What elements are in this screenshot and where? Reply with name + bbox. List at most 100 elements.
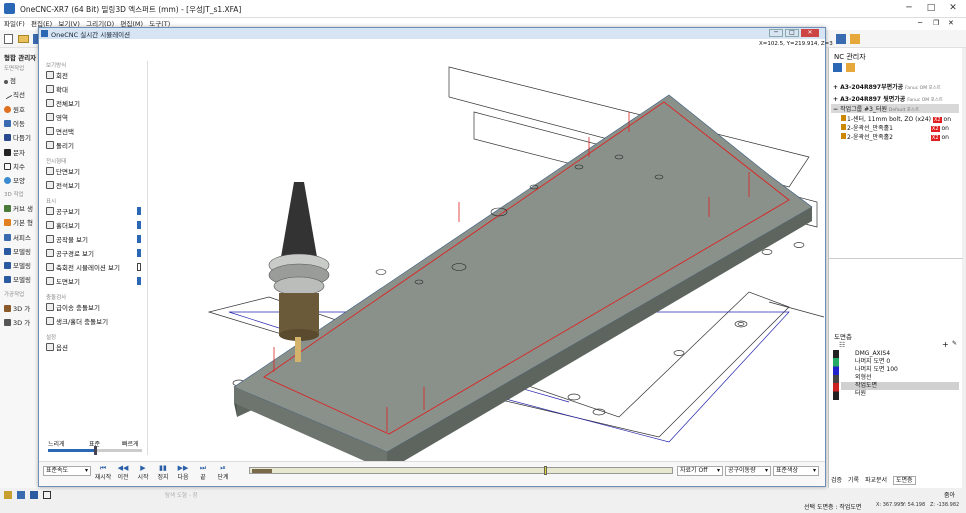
layer-item[interactable]: 외형선 <box>855 374 872 382</box>
restart-button[interactable]: ⏮ 재시작 <box>93 464 113 481</box>
maximize-button[interactable]: □ <box>920 0 942 16</box>
layer-settings-icon[interactable]: ✎ <box>952 340 957 347</box>
mdi-minimize-icon[interactable]: ─ <box>918 19 922 27</box>
show-rotary-row[interactable]: 축회전 시뮬레이션 보기 <box>46 263 144 273</box>
show-rotary-toggle[interactable] <box>137 263 141 271</box>
tool-3d-machining-1[interactable]: 3D 가 <box>4 303 30 313</box>
sim-close-button[interactable]: ✕ <box>801 29 819 37</box>
add-layer-icon[interactable]: + <box>942 340 949 349</box>
sel-tool-move[interactable]: 공구이동량 ▾ <box>725 466 771 476</box>
previous-button[interactable]: ◀◀ 이전 <box>113 464 133 481</box>
tab-history[interactable]: 기록 <box>848 477 859 484</box>
show-drawing-toggle[interactable] <box>137 277 141 285</box>
rotate-button[interactable]: 회전 <box>46 71 68 81</box>
full-view-button[interactable]: 전석보기 <box>46 181 80 191</box>
open-file-icon[interactable] <box>18 35 29 43</box>
play-icon: ▶ <box>140 464 146 472</box>
progress-thumb[interactable] <box>544 466 547 475</box>
pan-button[interactable]: 돌리기 <box>46 141 74 151</box>
sim-minimize-button[interactable]: ─ <box>769 29 783 37</box>
tool-surface[interactable]: 서피스 <box>4 232 31 242</box>
nc-op-row-3[interactable]: 2-윤곽선_만족홀2 X2 on <box>841 132 949 141</box>
next-button[interactable]: ▶▶ 다음 <box>173 464 193 481</box>
tool-arc[interactable]: 원호 <box>4 104 25 114</box>
sel-probe[interactable]: 자료기 Off ▾ <box>677 466 723 476</box>
layer-item[interactable]: 나머지 도면 0 <box>855 358 890 366</box>
end-button[interactable]: ⏭ 끝 <box>193 464 213 481</box>
show-stock-row[interactable]: 공작물 보기 <box>46 235 144 245</box>
show-tool-row[interactable]: 공구보기 <box>46 207 144 217</box>
mdi-restore-icon[interactable]: ❐ <box>933 19 939 27</box>
tab-docs[interactable]: 파교분서 <box>865 477 887 484</box>
show-toolpath-toggle[interactable] <box>137 249 141 257</box>
tab-verify[interactable]: 검증 <box>831 477 842 484</box>
nc-op-row-1[interactable]: 1-센터, 11mm bolt, ZO (x24) X2 on <box>841 114 951 123</box>
bottom-icon-cube[interactable] <box>4 491 12 499</box>
fit-all-button[interactable]: 전체보기 <box>46 99 80 109</box>
tool-shape[interactable]: 모양 <box>4 175 25 185</box>
close-button[interactable]: ✕ <box>942 0 964 16</box>
nc-tool-icon-2[interactable] <box>846 63 855 72</box>
tool-modeling-2[interactable]: 모델링 <box>4 260 31 270</box>
nc-group-row-1[interactable]: + A3-204R897부편가공 Fanuc OM 포스트 <box>833 82 941 91</box>
show-holder-toggle[interactable] <box>137 221 141 229</box>
face-select-button[interactable]: 면선택 <box>46 127 74 137</box>
section-view-button[interactable]: 단면보기 <box>46 167 80 177</box>
zoom-button[interactable]: 확대 <box>46 85 68 95</box>
tool-line[interactable]: 직선 <box>2 89 25 100</box>
tool-trim[interactable]: 다듬기 <box>4 132 31 142</box>
window-zoom-button[interactable]: 영역 <box>46 113 68 123</box>
cutter <box>295 337 301 362</box>
layer-item[interactable]: DMG_AXIS4 <box>855 350 890 358</box>
section-3d: 3D 작업 <box>4 192 24 198</box>
nc-group-row-selected[interactable]: − 작업그룹 #3_터원 Default 포스트 <box>831 104 959 113</box>
nc-tool-icon-1[interactable] <box>833 63 842 72</box>
show-tool-toggle[interactable] <box>137 207 141 215</box>
rapid-collision-button[interactable]: 급이송 충돌보기 <box>46 303 100 313</box>
show-toolpath-row[interactable]: 공구경로 보기 <box>46 249 144 259</box>
speed-slider[interactable] <box>48 446 142 455</box>
show-holder-row[interactable]: 홀더보기 <box>46 221 144 231</box>
mdi-close-icon[interactable]: ✕ <box>948 19 954 27</box>
menu-file[interactable]: 파일(F) <box>4 18 25 30</box>
layer-item[interactable]: 터원 <box>855 390 866 398</box>
layer-item[interactable]: 나머지 도면 100 <box>855 366 898 374</box>
layer-filter-icon[interactable]: ☷ <box>839 341 845 349</box>
fit-all-icon <box>46 99 54 107</box>
tool-point[interactable]: 점 <box>4 75 16 85</box>
new-file-icon[interactable] <box>4 34 13 44</box>
bottom-icon-view[interactable] <box>17 491 25 499</box>
minimize-button[interactable]: ─ <box>898 0 920 16</box>
step-button[interactable]: ⏯ 단계 <box>213 464 233 481</box>
tool-curve[interactable]: 커브 생 <box>4 203 33 213</box>
speed-select[interactable]: 표준속도 ▾ <box>43 466 91 476</box>
tool-modeling-1[interactable]: 모델링 <box>4 246 31 256</box>
nc-group-row-2[interactable]: + A3-204R897 뒷면가공 Fanuc OM 포스트 <box>833 94 943 103</box>
bottom-icon-shade[interactable] <box>30 491 38 499</box>
progress-track[interactable] <box>249 466 673 475</box>
tab-layers[interactable]: 도면층 <box>892 476 916 485</box>
tool-3d-machining-2[interactable]: 3D 가 <box>4 317 30 327</box>
bottom-icon-wire[interactable] <box>43 491 51 499</box>
speed-slider-thumb[interactable] <box>94 446 97 455</box>
tool-text[interactable]: 문자 <box>4 147 25 157</box>
zoom-label[interactable]: 줌아 <box>944 490 955 499</box>
tool-dimension[interactable]: 치수 <box>4 161 25 171</box>
sim-maximize-button[interactable]: □ <box>785 29 799 37</box>
show-stock-toggle[interactable] <box>137 235 141 243</box>
nc-op-row-2[interactable]: 2-윤곽선_만족홀1 X2 on <box>841 123 949 132</box>
stop-button[interactable]: ▮▮ 정지 <box>153 464 173 481</box>
toolbar-icon-4[interactable] <box>836 34 846 44</box>
start-button[interactable]: ▶ 시작 <box>133 464 153 481</box>
toolbar-icon-5[interactable] <box>850 34 860 44</box>
options-button[interactable]: 옵션 <box>46 343 68 353</box>
simulation-viewport[interactable] <box>149 57 825 461</box>
sel-color[interactable]: 표준색상 ▾ <box>773 466 819 476</box>
tool-move[interactable]: 이동 <box>4 118 25 128</box>
layer-item-selected[interactable]: 작업도면 <box>841 382 959 390</box>
shank-collision-button[interactable]: 생크/홀더 충돌보기 <box>46 317 108 327</box>
tool-basic-shape[interactable]: 기본 형 <box>4 217 33 227</box>
simulation-3d-view <box>207 66 825 461</box>
tool-modeling-3[interactable]: 모델링 <box>4 274 31 284</box>
show-drawing-row[interactable]: 도면보기 <box>46 277 144 287</box>
